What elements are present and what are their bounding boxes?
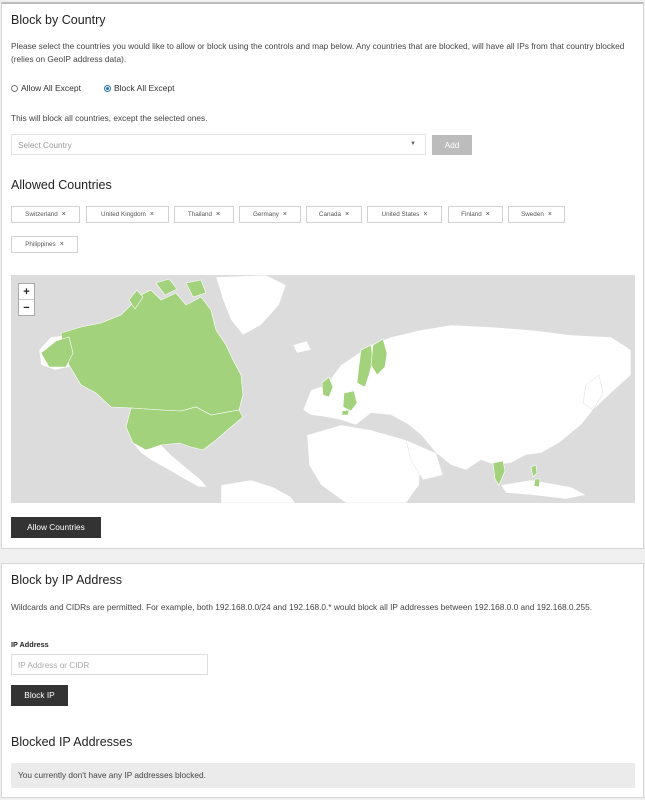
- block-all-except-radio[interactable]: Block All Except: [104, 83, 174, 93]
- add-country-button[interactable]: Add: [432, 135, 472, 155]
- country-chip-label: Thailand: [187, 211, 213, 218]
- allowed-countries-title: Allowed Countries: [11, 178, 112, 192]
- country-chip-label: United States: [381, 211, 420, 218]
- remove-icon[interactable]: ×: [423, 211, 427, 218]
- remove-icon[interactable]: ×: [486, 211, 490, 218]
- allow-countries-button[interactable]: Allow Countries: [11, 517, 101, 538]
- country-select[interactable]: Select Country ▼: [11, 134, 426, 155]
- thailand-shape: [492, 460, 506, 486]
- country-section-description: Please select the countries you would li…: [11, 41, 625, 64]
- allow-all-except-label: Allow All Except: [21, 83, 81, 93]
- country-chip-label: Switzerland: [25, 211, 58, 218]
- indonesia-shape: [500, 479, 587, 500]
- ip-section-description: Wildcards and CIDRs are permitted. For e…: [11, 602, 593, 612]
- country-chip: Sweden ×: [508, 206, 565, 223]
- canada-island-shape: [155, 278, 178, 296]
- country-chip: United States ×: [367, 206, 442, 223]
- country-chip-label: Germany: [253, 211, 279, 218]
- united-states-shape: [125, 406, 244, 451]
- mode-hint: This will block all countries, except th…: [11, 113, 208, 123]
- ip-section-title: Block by IP Address: [11, 573, 122, 587]
- country-chip-label: United Kingdom: [101, 211, 146, 218]
- country-chip: Thailand ×: [174, 206, 234, 223]
- radio-selected-icon: [104, 84, 111, 92]
- blocked-ips-title: Blocked IP Addresses: [11, 735, 133, 749]
- ip-address-input[interactable]: IP Address or CIDR: [11, 654, 208, 675]
- remove-icon[interactable]: ×: [150, 211, 154, 218]
- country-chip-label: Sweden: [521, 211, 544, 218]
- ip-address-label: IP Address: [11, 640, 49, 649]
- remove-icon[interactable]: ×: [283, 211, 287, 218]
- country-select-placeholder: Select Country: [18, 141, 72, 150]
- canada-island-shape: [185, 279, 207, 298]
- country-chip-label: Philippines: [25, 241, 56, 248]
- radio-unselected-icon: [11, 84, 18, 92]
- philippines-shape: [530, 464, 538, 478]
- country-chip: United Kingdom ×: [86, 206, 169, 223]
- zoom-out-button[interactable]: −: [19, 300, 34, 316]
- country-chip-label: Canada: [318, 211, 341, 218]
- zoom-in-button[interactable]: +: [19, 284, 34, 300]
- south-america-shape: [220, 479, 296, 503]
- remove-icon[interactable]: ×: [216, 211, 220, 218]
- country-chip: Canada ×: [306, 206, 362, 223]
- chevron-down-icon: ▼: [410, 141, 416, 147]
- remove-icon[interactable]: ×: [345, 211, 349, 218]
- greenland-shape: [215, 275, 287, 336]
- country-chip: Switzerland ×: [11, 206, 80, 223]
- mexico-shape: [132, 442, 208, 488]
- country-chip: Finland ×: [448, 206, 503, 223]
- remove-icon[interactable]: ×: [60, 241, 64, 248]
- world-map[interactable]: + −: [11, 275, 635, 503]
- map-zoom-control: + −: [18, 283, 35, 316]
- block-all-except-label: Block All Except: [114, 83, 175, 93]
- canada-shape: [60, 289, 244, 416]
- remove-icon[interactable]: ×: [62, 211, 66, 218]
- block-ip-button[interactable]: Block IP: [11, 685, 68, 706]
- ip-address-placeholder: IP Address or CIDR: [18, 661, 90, 670]
- country-chip: Germany ×: [239, 206, 301, 223]
- country-chip-label: Finland: [461, 211, 482, 218]
- philippines-shape: [533, 478, 541, 488]
- africa-shape: [306, 424, 422, 503]
- world-map-graphic: [38, 275, 632, 503]
- empty-blocked-notice: You currently don't have any IP addresse…: [11, 763, 635, 788]
- remove-icon[interactable]: ×: [548, 211, 552, 218]
- switzerland-shape: [341, 409, 350, 416]
- country-chip: Philippines ×: [11, 236, 78, 253]
- country-section-title: Block by Country: [11, 13, 106, 27]
- iceland-shape: [292, 340, 312, 354]
- allow-all-except-radio[interactable]: Allow All Except: [11, 83, 81, 93]
